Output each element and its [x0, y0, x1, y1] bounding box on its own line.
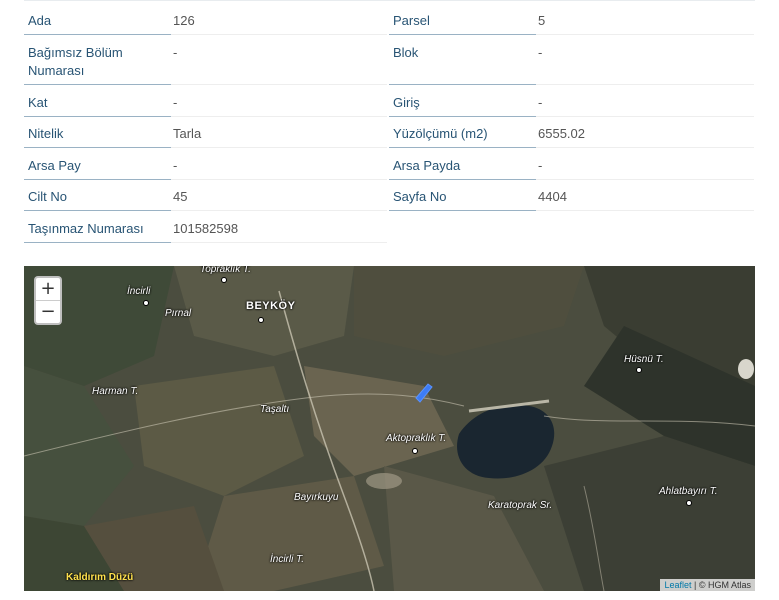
leaflet-link[interactable]: Leaflet [664, 580, 691, 590]
place-label-husnu: Hüsnü T. [624, 354, 664, 365]
field-value-nitelik: Tarla [171, 125, 387, 148]
field-value-ada: 126 [171, 12, 387, 35]
satellite-imagery [24, 266, 755, 591]
field-label-bagimsiz-bolum: Bağımsız Bölüm Numarası [24, 44, 171, 85]
place-label-karatoprak: Karatoprak Sr. [488, 500, 553, 511]
place-marker-beykoy [258, 317, 264, 323]
place-label-beykoy: BEYKÖY [246, 300, 296, 312]
zoom-out-button[interactable]: − [36, 301, 60, 323]
field-value-cilt-no: 45 [171, 188, 387, 211]
field-label-kat: Kat [24, 94, 171, 117]
place-label-incirli: İncirli [127, 286, 151, 297]
field-label-ada: Ada [24, 12, 171, 35]
top-divider [24, 0, 755, 9]
place-label-harman: Harman T. [92, 386, 139, 397]
place-marker-husnu [636, 367, 642, 373]
field-value-blok: - [536, 44, 754, 85]
place-label-ahlatbayiri: Ahlatbayırı T. [659, 486, 718, 497]
place-label-bayirkuyu: Bayırkuyu [294, 492, 339, 503]
field-label-giris: Giriş [389, 94, 536, 117]
field-value-tasinmaz-numarasi: 101582598 [171, 220, 387, 243]
place-marker-aktopraklik [412, 448, 418, 454]
field-label-arsa-payda: Arsa Payda [389, 157, 536, 180]
field-label-blok: Blok [389, 44, 536, 85]
place-marker-incirli [143, 300, 149, 306]
field-value-bagimsiz-bolum: - [171, 44, 387, 85]
place-marker-topraklik [221, 277, 227, 283]
place-label-kaldirim-duzu: Kaldırım Düzü [66, 572, 134, 583]
place-marker-ahlatbayiri [686, 500, 692, 506]
field-label-sayfa-no: Sayfa No [389, 188, 536, 211]
attribution-text: | © HGM Atlas [694, 580, 751, 590]
field-label-yuzolcumu: Yüzölçümü (m2) [389, 125, 536, 148]
place-label-topraklik: Topraklık T. [200, 266, 251, 275]
field-value-arsa-pay: - [171, 157, 387, 180]
field-label-arsa-pay: Arsa Pay [24, 157, 171, 180]
field-value-yuzolcumu: 6555.02 [536, 125, 754, 148]
place-label-incirli-t: İncirli T. [270, 554, 305, 565]
satellite-map[interactable]: + − Topraklık T. İncirli Pırnal BEYKÖY H… [24, 266, 755, 591]
field-value-giris: - [536, 94, 754, 117]
map-zoom-control: + − [34, 276, 62, 325]
field-label-cilt-no: Cilt No [24, 188, 171, 211]
map-attribution: Leaflet | © HGM Atlas [660, 579, 755, 591]
field-label-parsel: Parsel [389, 12, 536, 35]
field-label-tasinmaz-numarasi: Taşınmaz Numarası [24, 220, 171, 243]
field-value-kat: - [171, 94, 387, 117]
place-label-aktopraklik: Aktopraklık T. [386, 433, 447, 444]
place-label-pirnal: Pırnal [165, 308, 192, 319]
field-label-nitelik: Nitelik [24, 125, 171, 148]
field-value-parsel: 5 [536, 12, 754, 35]
place-label-tasalti: Taşaltı [260, 404, 290, 415]
zoom-in-button[interactable]: + [36, 278, 60, 300]
field-value-sayfa-no: 4404 [536, 188, 754, 211]
field-value-arsa-payda: - [536, 157, 754, 180]
